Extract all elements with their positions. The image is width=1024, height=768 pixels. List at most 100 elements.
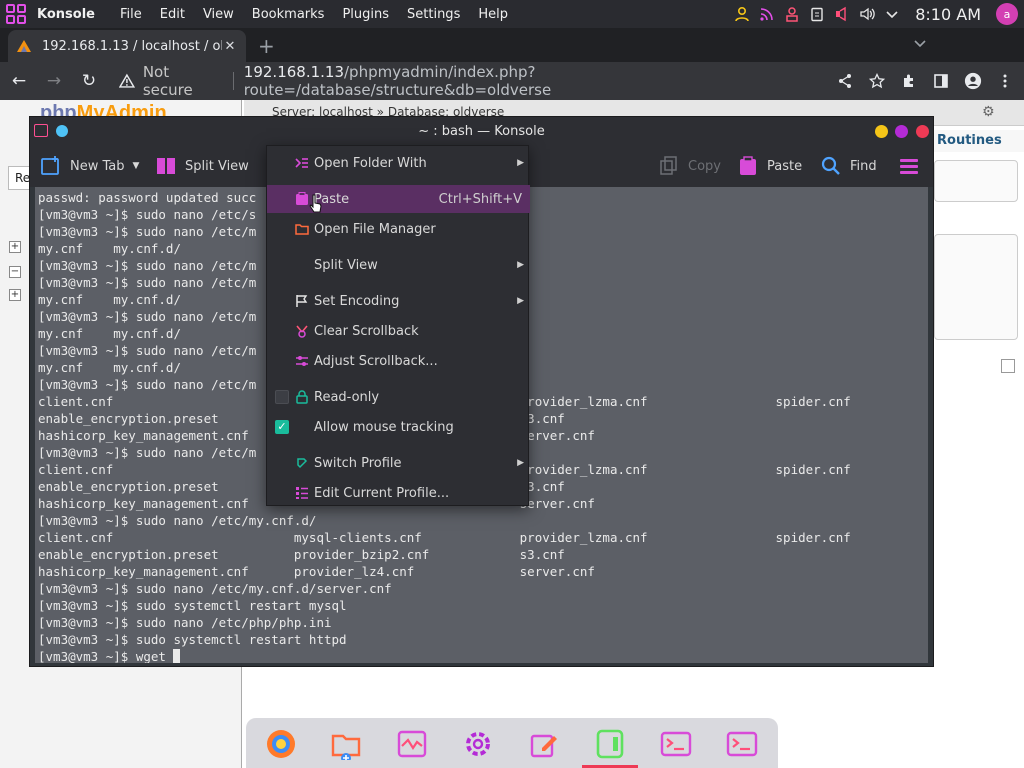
user-alert-icon[interactable]: [784, 6, 800, 22]
menu-item-switch-profile[interactable]: Switch Profile ▶: [267, 449, 530, 477]
mic-off-icon[interactable]: [834, 6, 850, 22]
konsole-titlebar[interactable]: ~ : bash — Konsole: [30, 117, 933, 145]
menu-bookmarks[interactable]: Bookmarks: [243, 7, 334, 22]
menu-item-paste[interactable]: Paste Ctrl+Shift+V: [267, 185, 530, 213]
read-only-checkbox[interactable]: [275, 390, 289, 404]
browser-toolbar: ← → ↻ Not secure 192.168.1.13/phpmyadmin…: [0, 62, 1024, 100]
terminal-line: client.cnf mysql-clients.cnf provider_lz…: [38, 530, 851, 545]
paste-icon: [295, 192, 309, 206]
back-arrow-icon[interactable]: ←: [3, 65, 35, 97]
clipboard-icon[interactable]: [809, 6, 825, 22]
mouse-tracking-checkbox[interactable]: ✓: [275, 420, 289, 434]
tab-title: 192.168.1.13 / localhost / oldve: [42, 38, 222, 54]
menu-edit[interactable]: Edit: [151, 7, 194, 22]
paste-icon: [740, 156, 756, 175]
copy-button[interactable]: Copy: [658, 145, 721, 187]
chromium-icon[interactable]: [265, 728, 297, 760]
tree-expand-icon[interactable]: +: [9, 241, 21, 253]
maximize-button[interactable]: [895, 125, 908, 138]
profile-icon[interactable]: [964, 72, 982, 90]
extensions-puzzle-icon[interactable]: [900, 72, 918, 90]
system-tray: 8:10 AM a: [734, 0, 1018, 28]
side-panel-icon[interactable]: [932, 72, 950, 90]
rss-icon[interactable]: [759, 6, 775, 22]
menu-help[interactable]: Help: [469, 7, 517, 22]
menu-file[interactable]: File: [111, 7, 151, 22]
new-tab-icon[interactable]: +: [258, 34, 275, 58]
menu-item-label: Edit Current Profile...: [314, 485, 450, 501]
kebab-menu-icon[interactable]: [996, 72, 1014, 90]
reload-icon[interactable]: ↻: [73, 65, 105, 97]
menu-item-clear-scrollback[interactable]: Clear Scrollback: [267, 317, 530, 345]
system-monitor-icon[interactable]: [396, 728, 428, 760]
terminal-active-icon[interactable]: [594, 728, 626, 760]
app-launcher-icon[interactable]: [3, 3, 29, 25]
new-tab-button[interactable]: New Tab ▼: [40, 145, 139, 187]
volume-icon[interactable]: [859, 6, 875, 22]
tree-expand-icon[interactable]: +: [9, 289, 21, 301]
menu-item-adjust-scrollback[interactable]: Adjust Scrollback...: [267, 347, 530, 375]
minimize-button[interactable]: [875, 125, 888, 138]
chevron-down-icon[interactable]: [884, 6, 900, 22]
konsole-icon[interactable]: [660, 728, 692, 760]
konsole-app-icon[interactable]: [34, 124, 48, 137]
find-button[interactable]: Find: [820, 145, 877, 187]
forward-arrow-icon[interactable]: →: [38, 65, 70, 97]
url-host: 192.168.1.13: [243, 63, 344, 81]
close-button[interactable]: [916, 125, 929, 138]
adjust-slider-icon: [295, 354, 309, 368]
menu-item-edit-current-profile[interactable]: Edit Current Profile...: [267, 479, 530, 507]
menu-view[interactable]: View: [194, 7, 243, 22]
flag-icon: [295, 294, 309, 308]
clock[interactable]: 8:10 AM: [915, 5, 981, 24]
menu-item-allow-mouse-tracking[interactable]: ✓ Allow mouse tracking: [267, 413, 530, 441]
menu-item-read-only[interactable]: Read-only: [267, 383, 530, 411]
copy-icon: [660, 156, 677, 175]
settings-icon[interactable]: [462, 728, 494, 760]
user-avatar[interactable]: a: [996, 3, 1018, 25]
split-view-button[interactable]: Split View: [155, 145, 249, 187]
pma-note-icon[interactable]: [1001, 359, 1015, 373]
browser-tab[interactable]: 192.168.1.13 / localhost / oldve ✕: [8, 30, 246, 62]
konsole-icon-2[interactable]: [726, 728, 758, 760]
active-app-name: Konsole: [37, 6, 95, 22]
mouse-pointer-icon: [309, 194, 322, 213]
menu-item-label: Open Folder With: [314, 155, 427, 171]
menu-item-label: Set Encoding: [314, 293, 400, 309]
keep-above-icon[interactable]: [56, 125, 68, 137]
hamburger-menu-button[interactable]: [898, 145, 920, 187]
top-panel: Konsole File Edit View Bookmarks Plugins…: [0, 0, 1024, 28]
close-tab-icon[interactable]: ✕: [222, 39, 238, 54]
new-tab-dropdown-icon[interactable]: ▼: [133, 161, 140, 171]
url-text[interactable]: 192.168.1.13/phpmyadmin/index.php?route=…: [244, 63, 836, 99]
menu-item-label: Read-only: [314, 389, 380, 405]
menu-plugins[interactable]: Plugins: [333, 7, 398, 22]
menu-item-split-view[interactable]: Split View ▶: [267, 251, 530, 279]
bookmark-star-icon[interactable]: [868, 72, 886, 90]
menu-item-set-encoding[interactable]: Set Encoding ▶: [267, 287, 530, 315]
menu-item-open-file-manager[interactable]: Open File Manager: [267, 215, 530, 243]
terminal-line: [vm3@vm3 ~]$ sudo systemctl restart mysq…: [38, 598, 347, 613]
omnibox-divider: [232, 72, 234, 90]
menu-item-open-folder-with[interactable]: Open Folder With ▶: [267, 149, 530, 177]
pma-tab-routines[interactable]: Routines: [934, 130, 1024, 152]
files-icon[interactable]: [330, 728, 362, 760]
window-title: ~ : bash — Konsole: [418, 123, 545, 139]
user-icon[interactable]: [734, 6, 750, 22]
menu-settings[interactable]: Settings: [398, 7, 469, 22]
switch-profile-icon: [295, 456, 309, 470]
pma-panel-box: [934, 160, 1018, 202]
paste-button[interactable]: Paste: [737, 145, 802, 187]
address-bar[interactable]: Not secure 192.168.1.13/phpmyadmin/index…: [119, 63, 836, 99]
warning-icon[interactable]: [119, 73, 135, 89]
tab-search-chevron-icon[interactable]: [914, 37, 926, 53]
phpmyadmin-favicon-icon: [17, 40, 31, 52]
tree-collapse-icon[interactable]: −: [9, 266, 21, 278]
clear-broom-icon: [295, 324, 309, 338]
submenu-arrow-icon: ▶: [517, 158, 524, 168]
pma-settings-gear-icon[interactable]: ⚙: [982, 104, 995, 120]
edit-profile-icon: [295, 486, 309, 500]
share-icon[interactable]: [836, 72, 854, 90]
not-secure-label[interactable]: Not secure: [143, 63, 223, 99]
text-editor-icon[interactable]: [528, 728, 560, 760]
